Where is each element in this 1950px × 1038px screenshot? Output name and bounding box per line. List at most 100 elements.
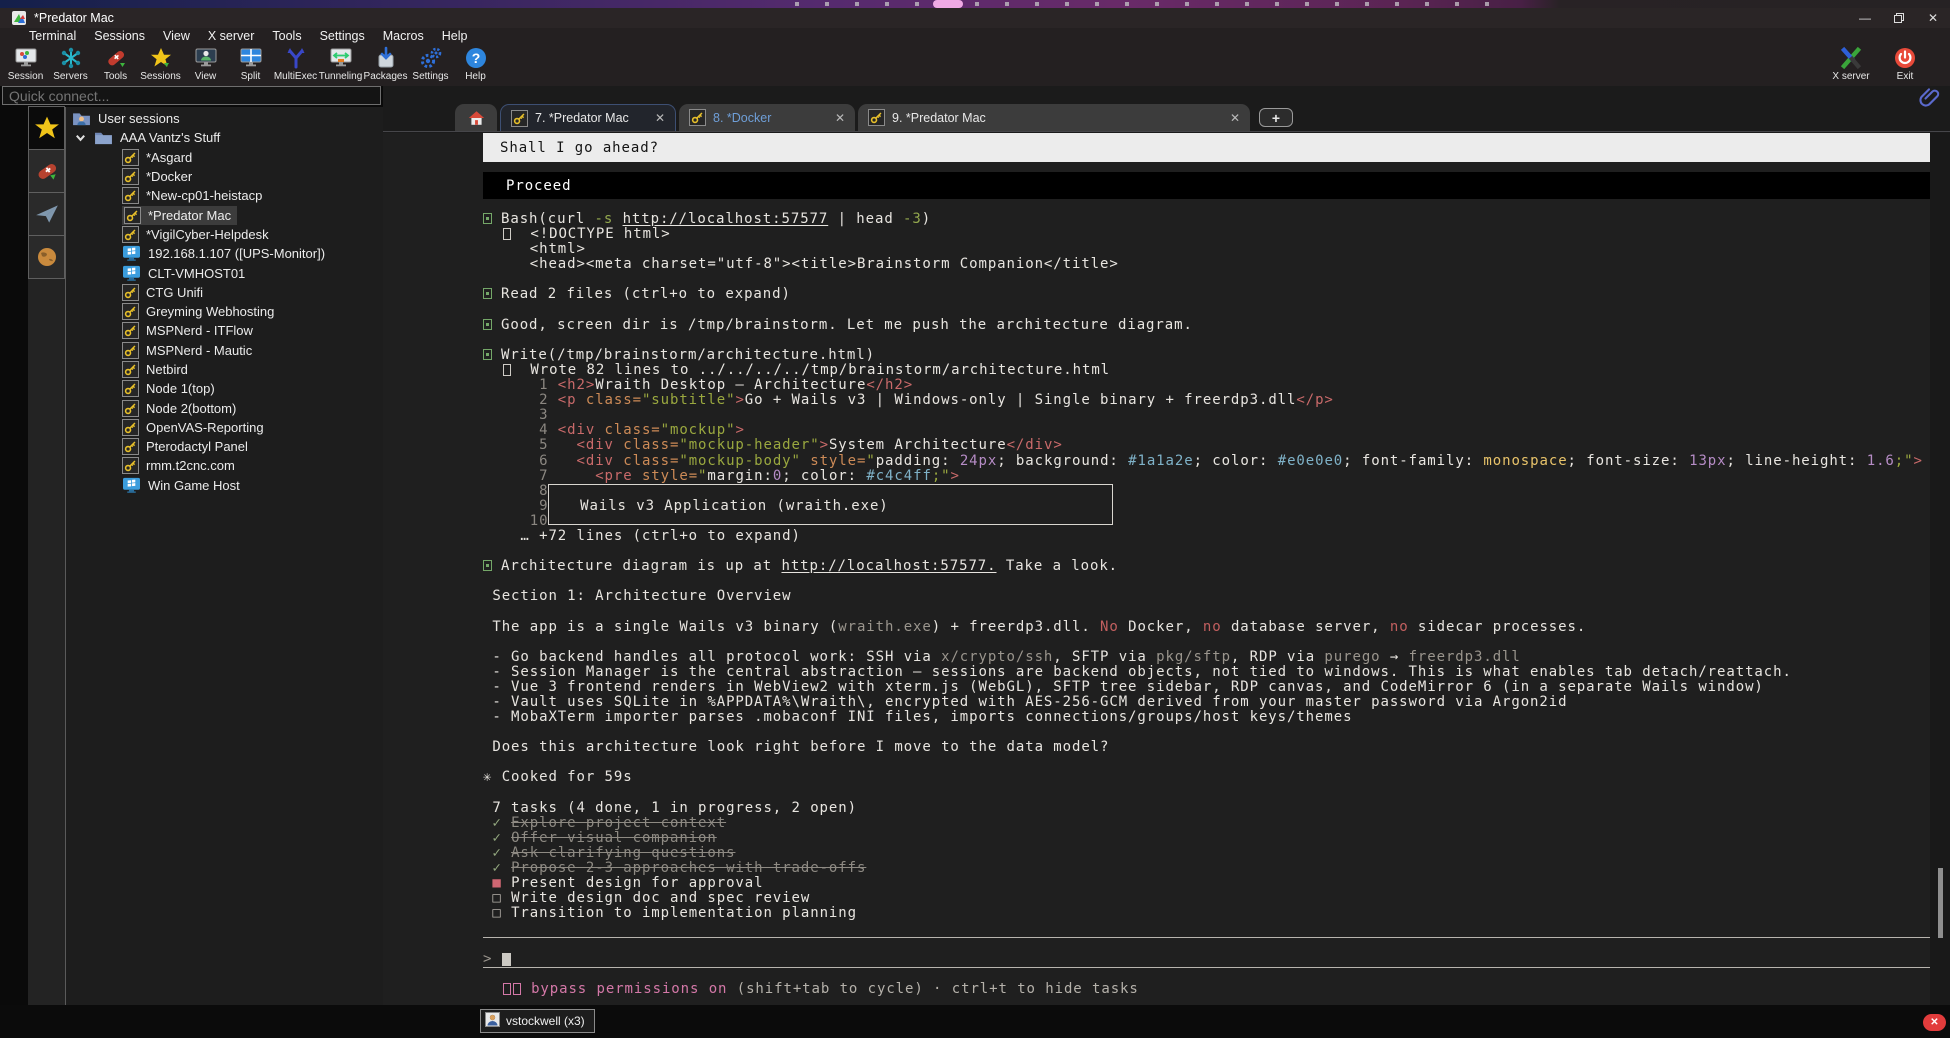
tunneling-icon — [329, 46, 353, 70]
ssh-key-icon — [122, 149, 139, 166]
session-tree-item[interactable]: Pterodactyl Panel — [66, 437, 383, 456]
terminal-tab[interactable]: 9. *Predator Mac ✕ — [858, 104, 1250, 131]
terminal-tab[interactable]: 8. *Docker✕ — [679, 104, 855, 131]
rail-favorites-star-icon[interactable] — [28, 106, 65, 150]
rail-tools-knife-icon[interactable] — [28, 149, 65, 193]
session-tree-item[interactable]: *Predator Mac — [66, 205, 383, 224]
minimize-button[interactable]: — — [1848, 8, 1882, 28]
toolbar-button-multiexec[interactable]: MultiExec — [273, 44, 318, 82]
session-tree-item[interactable]: 192.168.1.107 ([UPS-Monitor]) — [66, 244, 383, 263]
tab-close-icon[interactable]: ✕ — [1230, 111, 1240, 125]
session-tree-item[interactable]: Netbird — [66, 360, 383, 379]
session-tree-item[interactable]: *Docker — [66, 167, 383, 186]
terminal-line — [483, 544, 1930, 559]
scrollbar-thumb[interactable] — [1938, 868, 1943, 938]
toolbar-button-x-server[interactable]: X server — [1824, 44, 1878, 82]
toolbar-button-exit[interactable]: Exit — [1878, 44, 1932, 82]
exit-icon — [1893, 46, 1917, 70]
toolbar-right-group: X server Exit — [1824, 44, 1932, 82]
terminal-line: ✓ Propose 2-3 approaches with trade-offs — [483, 861, 1930, 876]
terminal-tab[interactable]: 7. *Predator Mac✕ — [500, 104, 676, 131]
terminal-line: - Vue 3 frontend renders in WebView2 wit… — [483, 680, 1930, 695]
toolbar-button-help[interactable]: ?Help — [453, 44, 498, 82]
user-session-button[interactable]: vstockwell (x3) — [480, 1009, 595, 1033]
terminal-line — [483, 725, 1930, 740]
terminal-cursor — [502, 953, 511, 966]
terminal-line: 6 <div class="mockup-body" style="paddin… — [483, 454, 1930, 469]
new-tab-button[interactable]: + — [1259, 108, 1293, 127]
menu-help[interactable]: Help — [433, 29, 477, 43]
restore-button[interactable] — [1882, 8, 1916, 28]
home-tab[interactable] — [455, 104, 497, 131]
terminal-line: 9 Wails v3 Application (wraith.exe) — [483, 499, 1930, 514]
tree-folder[interactable]: AAA Vantz's Stuff — [66, 128, 383, 147]
menu-settings[interactable]: Settings — [311, 29, 374, 43]
terminal-line: Read 2 files (ctrl+o to expand) — [483, 287, 1930, 302]
menu-macros[interactable]: Macros — [374, 29, 433, 43]
glyph-fallback-box-icon — [503, 364, 511, 376]
toolbar-label: Exit — [1897, 71, 1914, 82]
toolbar-button-sessions[interactable]: Sessions — [138, 44, 183, 82]
toolbar-button-tools[interactable]: Tools — [93, 44, 138, 82]
terminal-content: Shall I go ahead?ProceedBash(curl -s htt… — [483, 133, 1930, 997]
rail-network-globe-icon[interactable] — [28, 235, 65, 279]
tab-label: 9. *Predator Mac — [892, 111, 986, 125]
session-label: Win Game Host — [148, 478, 240, 493]
background-window-dots — [795, 2, 1495, 6]
quick-connect-input[interactable] — [2, 86, 381, 105]
proceed-option-bar[interactable]: Proceed — [483, 172, 1930, 199]
close-button[interactable]: ✕ — [1916, 8, 1950, 28]
toolbar-label: Split — [241, 71, 260, 82]
session-tree-item[interactable]: MSPNerd - ITFlow — [66, 321, 383, 340]
notification-close-button[interactable]: ✕ — [1923, 1014, 1946, 1031]
menu-terminal[interactable]: Terminal — [20, 29, 85, 43]
session-tree-item[interactable]: *VigilCyber-Helpdesk — [66, 225, 383, 244]
terminal-line — [483, 786, 1930, 801]
toolbar-button-tunneling[interactable]: Tunneling — [318, 44, 363, 82]
ssh-key-icon — [122, 438, 139, 455]
session-tree-item[interactable]: MSPNerd - Mautic — [66, 341, 383, 360]
menu-x-server[interactable]: X server — [199, 29, 264, 43]
tab-close-icon[interactable]: ✕ — [835, 111, 845, 125]
tree-root-user-sessions[interactable]: User sessions — [66, 109, 383, 128]
menu-sessions[interactable]: Sessions — [85, 29, 154, 43]
terminal-pane[interactable]: Shall I go ahead?ProceedBash(curl -s htt… — [383, 133, 1950, 1005]
session-label: *Predator Mac — [148, 208, 231, 223]
session-tree-item[interactable]: *New-cp01-heistacp — [66, 186, 383, 205]
status-dot-icon — [483, 319, 492, 330]
session-tree-item[interactable]: rmm.t2cnc.com — [66, 456, 383, 475]
session-tree-item[interactable]: Node 1(top) — [66, 379, 383, 398]
tab-close-icon[interactable]: ✕ — [655, 111, 665, 125]
star-icon — [149, 46, 173, 70]
scrollbar-track[interactable] — [1930, 133, 1950, 1005]
chevron-down-icon[interactable] — [74, 131, 88, 144]
session-tree-item[interactable]: OpenVAS-Reporting — [66, 418, 383, 437]
session-tree-item[interactable]: *Asgard — [66, 148, 383, 167]
toolbar-button-settings[interactable]: Settings — [408, 44, 453, 82]
toolbar-button-view[interactable]: View — [183, 44, 228, 82]
session-tree-item[interactable]: Node 2(bottom) — [66, 398, 383, 417]
toolbar-label: X server — [1832, 71, 1869, 82]
sessions-tree: User sessions AAA Vantz's Stuff*Asgard*Do… — [65, 107, 383, 1005]
toolbar-button-split[interactable]: Split — [228, 44, 273, 82]
session-label: User sessions — [98, 111, 180, 126]
menu-tools[interactable]: Tools — [263, 29, 310, 43]
terminal-line: 7 tasks (4 done, 1 in progress, 2 open) — [483, 801, 1930, 816]
assistant-question-bar: Shall I go ahead? — [483, 133, 1930, 162]
toolbar-button-servers[interactable]: Servers — [48, 44, 93, 82]
terminal-line: ✓ Ask clarifying questions — [483, 846, 1930, 861]
rail-macros-plane-icon[interactable] — [28, 192, 65, 236]
svg-text:?: ? — [471, 50, 480, 66]
attachments-paperclip-icon[interactable] — [1918, 86, 1942, 115]
toolbar-button-packages[interactable]: Packages — [363, 44, 408, 82]
session-tree-item[interactable]: CTG Unifi — [66, 283, 383, 302]
terminal-link[interactable]: http://localhost:57577. — [781, 558, 996, 574]
toolbar-button-session[interactable]: Session — [3, 44, 48, 82]
user-icon — [485, 1012, 500, 1030]
terminal-link[interactable]: http://localhost:57577 — [623, 211, 829, 227]
session-tree-item[interactable]: Greyming Webhosting — [66, 302, 383, 321]
folder-icon — [94, 130, 113, 145]
menu-view[interactable]: View — [154, 29, 199, 43]
session-tree-item[interactable]: Win Game Host — [66, 476, 383, 495]
session-tree-item[interactable]: CLT-VMHOST01 — [66, 263, 383, 282]
